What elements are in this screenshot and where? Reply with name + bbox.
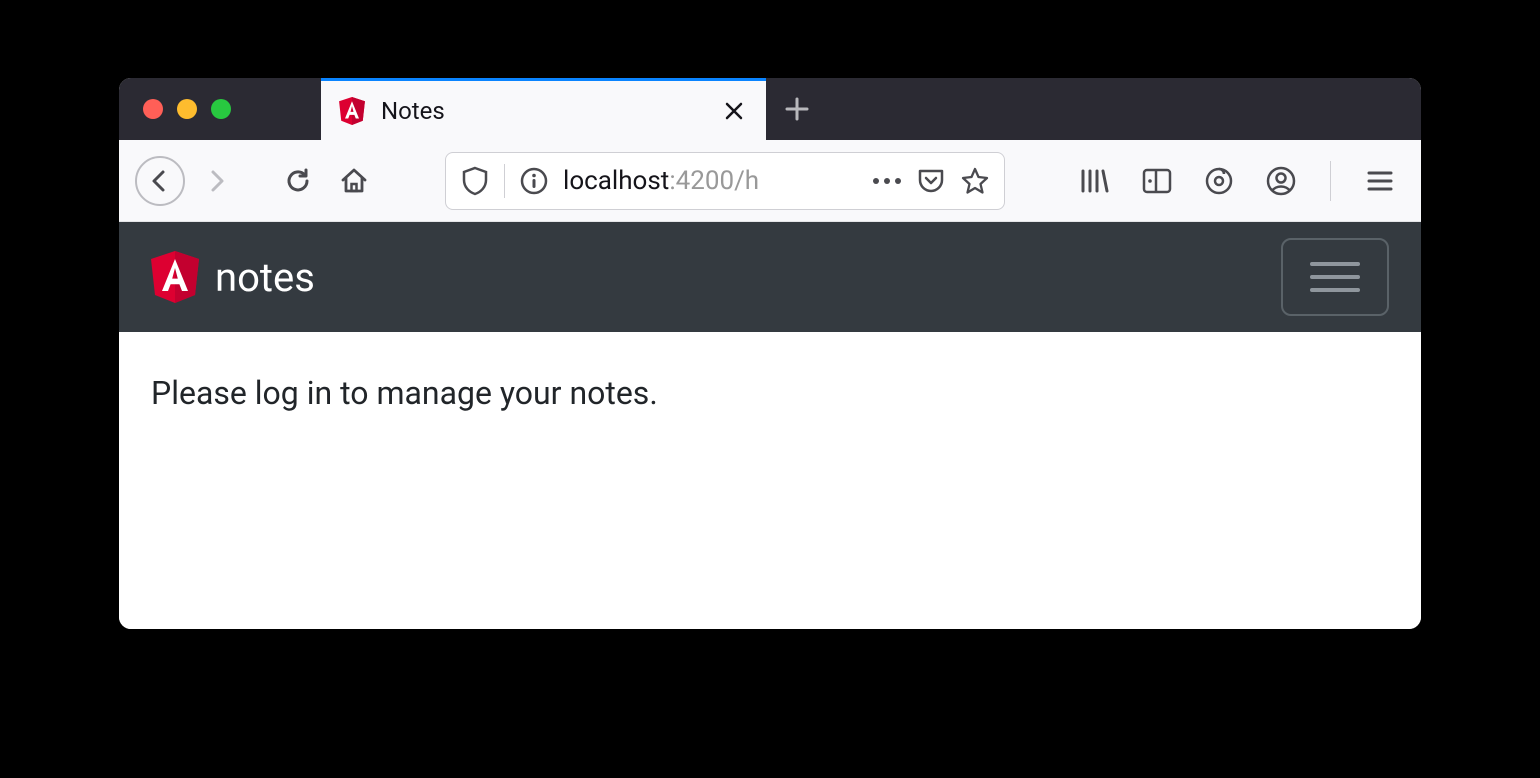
tab-title: Notes	[381, 97, 704, 125]
menu-icon[interactable]	[1363, 164, 1397, 198]
window-maximize-button[interactable]	[211, 99, 231, 119]
tab-bar: Notes	[119, 78, 1421, 140]
sidebar-icon[interactable]	[1140, 164, 1174, 198]
forward-button[interactable]	[191, 156, 241, 206]
extension-icon[interactable]	[1202, 164, 1236, 198]
account-icon[interactable]	[1264, 164, 1298, 198]
app-brand[interactable]: notes	[151, 251, 315, 303]
tracking-protection-icon[interactable]	[460, 166, 490, 196]
navbar-toggle-button[interactable]	[1281, 238, 1389, 316]
reload-button[interactable]	[273, 156, 323, 206]
toolbar-right	[1078, 161, 1405, 201]
back-button[interactable]	[135, 156, 185, 206]
url-display: localhost:4200/h	[563, 166, 858, 196]
login-message: Please log in to manage your notes.	[151, 374, 1389, 412]
brand-text: notes	[215, 254, 315, 301]
browser-tab[interactable]: Notes	[321, 78, 766, 140]
tab-close-button[interactable]	[720, 97, 748, 125]
separator	[1330, 161, 1331, 201]
separator	[504, 164, 505, 198]
url-path: /h	[734, 166, 759, 196]
browser-toolbar: localhost:4200/h	[119, 140, 1421, 222]
new-tab-button[interactable]	[766, 78, 828, 140]
window-controls	[119, 99, 231, 119]
page-content: Please log in to manage your notes.	[119, 332, 1421, 629]
angular-icon	[339, 98, 365, 124]
site-info-icon[interactable]	[519, 166, 549, 196]
window-minimize-button[interactable]	[177, 99, 197, 119]
library-icon[interactable]	[1078, 164, 1112, 198]
browser-window: Notes	[119, 78, 1421, 629]
home-button[interactable]	[329, 156, 379, 206]
bookmark-star-icon[interactable]	[960, 166, 990, 196]
address-bar[interactable]: localhost:4200/h	[445, 152, 1005, 210]
page-actions-icon[interactable]	[872, 166, 902, 196]
url-port: :4200	[669, 166, 734, 196]
window-close-button[interactable]	[143, 99, 163, 119]
angular-logo-icon	[151, 251, 199, 303]
app-navbar: notes	[119, 222, 1421, 332]
pocket-icon[interactable]	[916, 166, 946, 196]
url-host: localhost	[563, 166, 669, 196]
